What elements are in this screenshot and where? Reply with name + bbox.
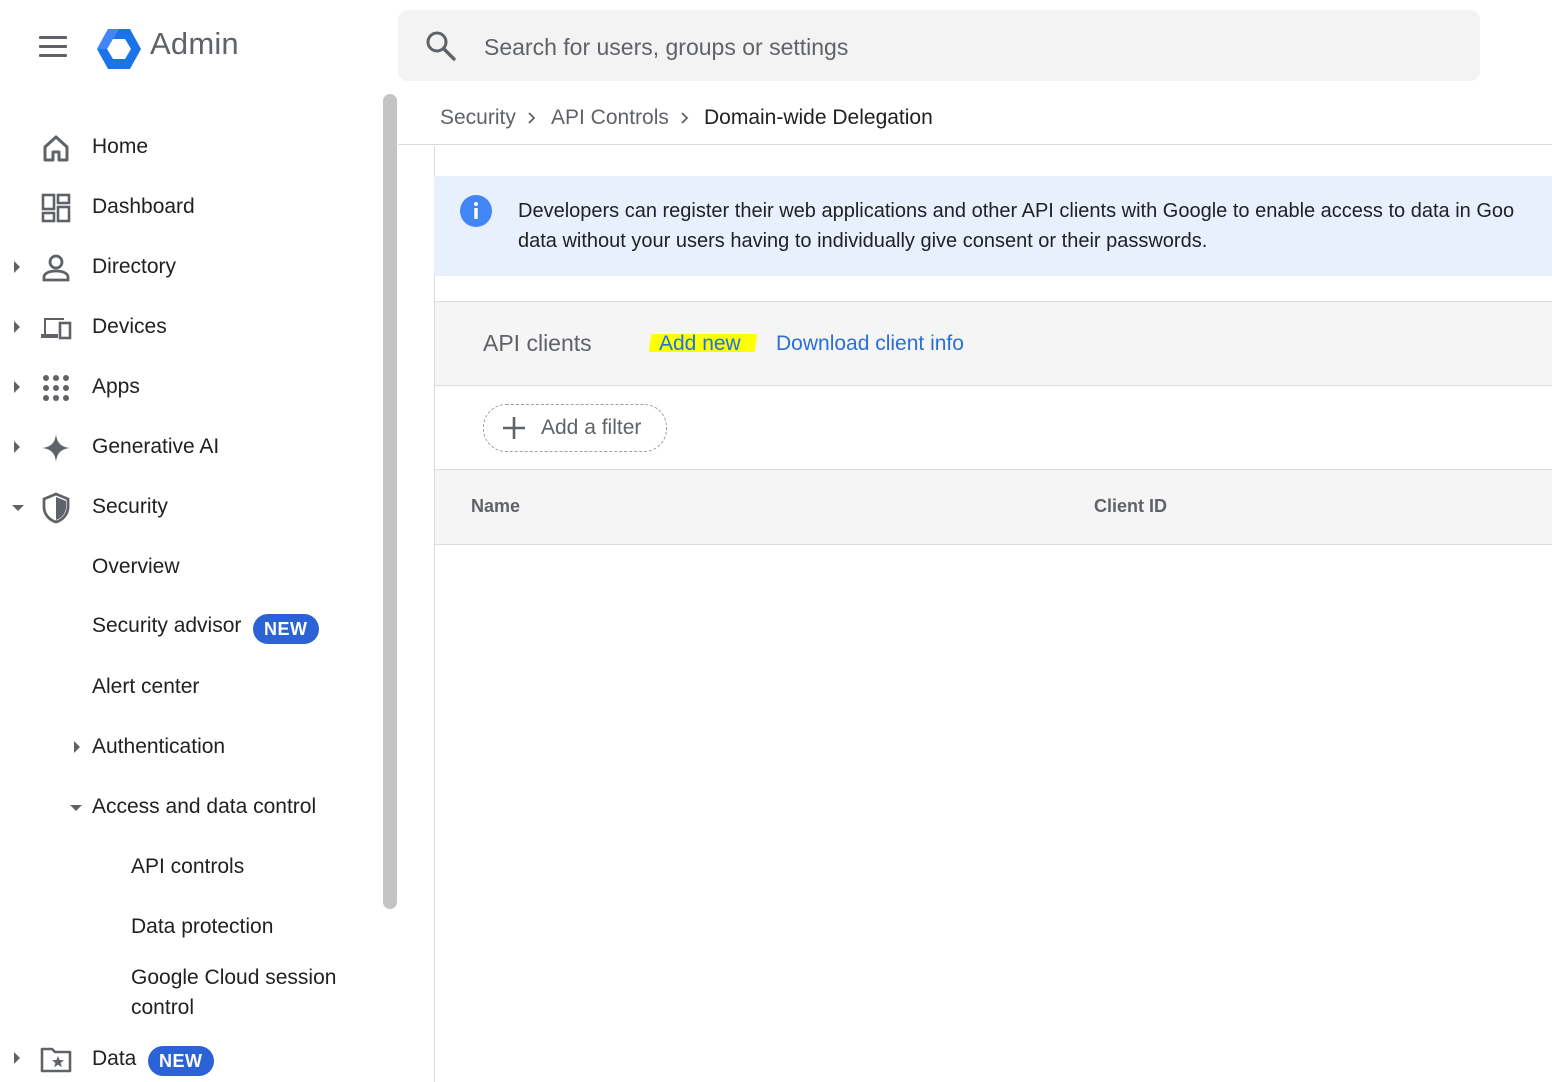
sparkle-icon: [42, 434, 70, 462]
search-input[interactable]: [484, 30, 1384, 64]
info-banner-line: Developers can register their web applic…: [518, 200, 1515, 222]
sidebar-item-security[interactable]: Security: [0, 480, 380, 536]
main-menu-button[interactable]: [26, 26, 80, 66]
apps-grid-icon: [43, 375, 69, 401]
sidebar-item-access-and-data-control[interactable]: Access and data control: [0, 780, 380, 836]
new-badge: NEW: [253, 614, 319, 644]
column-header-name[interactable]: Name: [471, 496, 520, 517]
home-icon: [43, 135, 69, 162]
sidebar-item-label: Apps: [92, 375, 140, 398]
plus-icon: [503, 417, 525, 439]
sidebar-item-home[interactable]: Home: [0, 120, 380, 176]
breadcrumb-link-security[interactable]: Security: [440, 106, 516, 130]
info-icon: [460, 195, 492, 227]
hamburger-icon: [39, 36, 67, 39]
add-new-link[interactable]: Add new: [659, 332, 741, 356]
breadcrumb-current: Domain-wide Delegation: [704, 106, 933, 129]
expand-arrow-icon[interactable]: [74, 741, 80, 753]
sidebar-scrollbar[interactable]: [383, 94, 397, 909]
sidebar-item-generative-ai[interactable]: Generative AI: [0, 420, 380, 476]
search-icon[interactable]: [424, 29, 458, 63]
sidebar-item-label: Alert center: [92, 675, 200, 698]
breadcrumb-link-api-controls[interactable]: API Controls: [551, 106, 669, 130]
sidebar-item-label: Data: [92, 1047, 137, 1070]
sidebar-item-label: Directory: [92, 255, 177, 278]
sidebar-item-label: Overview: [92, 555, 180, 578]
sidebar-item-label: API controls: [131, 855, 245, 878]
api-clients-header: [435, 302, 1552, 386]
sidebar-item-label: Generative AI: [92, 435, 220, 458]
sidebar-item-apps[interactable]: Apps: [0, 360, 380, 416]
app-title[interactable]: Admin: [150, 26, 239, 62]
expand-arrow-icon[interactable]: [14, 381, 20, 393]
breadcrumb-divider: [398, 144, 1552, 145]
expand-arrow-icon[interactable]: [14, 321, 20, 333]
sidebar-item-label: control: [131, 996, 195, 1019]
sidebar-item-label: Authentication: [92, 735, 226, 758]
column-header-client-id[interactable]: Client ID: [1094, 496, 1167, 517]
sidebar-item-directory[interactable]: Directory: [0, 240, 380, 296]
hamburger-icon-bar: [39, 54, 67, 57]
download-client-info-link[interactable]: Download client info: [776, 332, 964, 356]
sidebar-item-alert-center[interactable]: Alert center: [0, 660, 380, 716]
expand-arrow-icon[interactable]: [14, 441, 20, 453]
shield-icon: [42, 492, 70, 524]
sidebar-item-label: Dashboard: [92, 195, 195, 218]
sidebar-item-label: Security: [92, 495, 168, 518]
dashboard-icon: [41, 193, 71, 223]
sidebar-item-label: Devices: [92, 315, 167, 338]
sidebar-item-label: Home: [92, 135, 149, 158]
hamburger-icon-bar: [39, 45, 67, 48]
sidebar-item-label: Google Cloud session: [131, 966, 337, 989]
chevron-right-icon: [681, 112, 689, 124]
sidebar-item-devices[interactable]: Devices: [0, 300, 380, 356]
sidebar-item-label: Data protection: [131, 915, 274, 938]
add-filter-label: Add a filter: [541, 416, 642, 439]
admin-logo-icon[interactable]: [96, 27, 142, 71]
sidebar-item-google-cloud-session-control[interactable]: Google Cloud session control: [0, 958, 380, 1028]
info-banner-text: Developers can register their web applic…: [518, 196, 1552, 256]
collapse-arrow-icon[interactable]: [12, 505, 24, 511]
api-clients-title: API clients: [483, 330, 592, 356]
sidebar-item-api-controls[interactable]: API controls: [0, 840, 380, 896]
sidebar-item-label: Access and data control: [92, 795, 317, 818]
sidebar-item-overview[interactable]: Overview: [0, 540, 380, 596]
sidebar-item-dashboard[interactable]: Dashboard: [0, 180, 380, 236]
person-icon: [42, 254, 70, 282]
new-badge: NEW: [148, 1046, 214, 1076]
sidebar-item-security-advisor[interactable]: Security advisor NEW: [0, 600, 380, 656]
collapse-arrow-icon[interactable]: [70, 805, 82, 811]
sidebar-item-authentication[interactable]: Authentication: [0, 720, 380, 776]
expand-arrow-icon[interactable]: [14, 1052, 20, 1064]
chevron-right-icon: [528, 112, 536, 124]
sidebar-item-data[interactable]: Data NEW: [0, 1031, 380, 1081]
expand-arrow-icon[interactable]: [14, 261, 20, 273]
sidebar-item-label: Security advisor: [92, 614, 242, 637]
api-clients-table-header: [435, 469, 1552, 545]
devices-icon: [41, 318, 72, 340]
folder-star-icon: [40, 1047, 72, 1073]
sidebar-item-data-protection[interactable]: Data protection: [0, 900, 380, 956]
info-banner-line: data without your users having to indivi…: [518, 230, 1208, 252]
